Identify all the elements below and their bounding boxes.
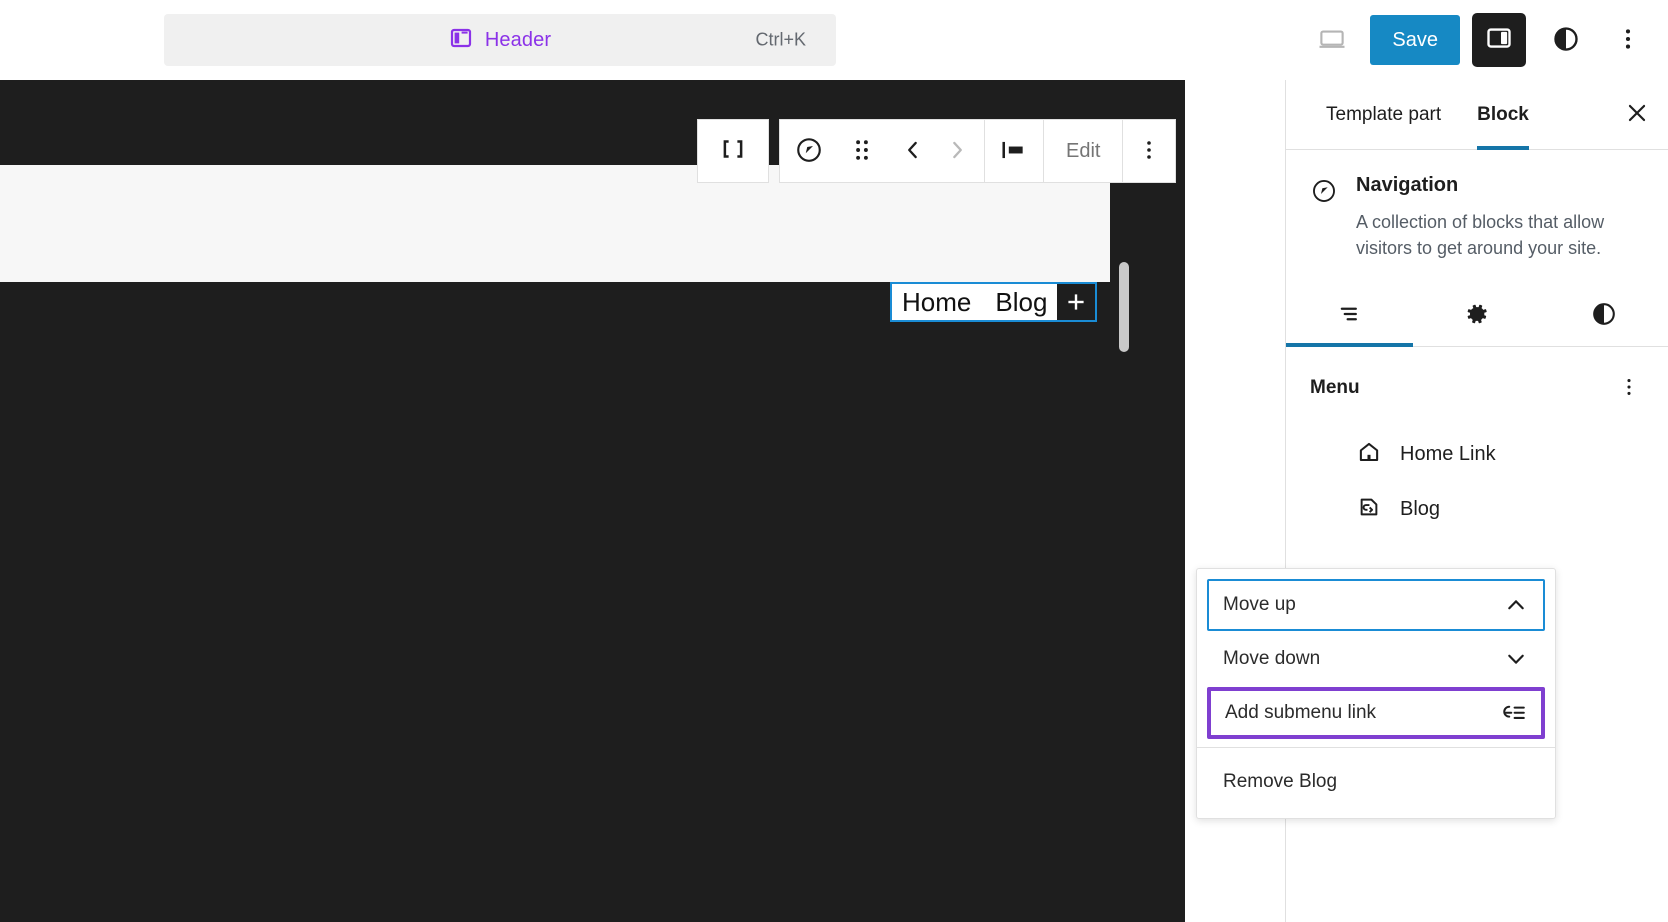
block-info-text: Navigation A collection of blocks that a… <box>1356 174 1642 261</box>
block-info-card: Navigation A collection of blocks that a… <box>1286 150 1668 281</box>
select-parent-icon <box>718 134 748 169</box>
inspector-tab-list[interactable] <box>1286 285 1414 348</box>
command-palette-shortcut: Ctrl+K <box>755 29 806 50</box>
block-options-dropdown: Move up Move down Add submenu link Remov… <box>1196 568 1556 819</box>
chevron-down-icon <box>1503 646 1529 672</box>
add-nav-item-button[interactable] <box>1057 284 1096 320</box>
home-icon <box>1356 439 1382 470</box>
menu-item-label: Blog <box>1400 498 1441 521</box>
dropdown-item-label: Move up <box>1223 594 1296 615</box>
dropdown-item-label: Remove Blog <box>1223 771 1338 792</box>
command-palette-content: Header <box>449 26 551 55</box>
block-type-button[interactable] <box>780 120 838 182</box>
template-part-icon <box>449 26 473 55</box>
nav-link-home[interactable]: Home <box>902 287 971 318</box>
top-bar: Header Ctrl+K Save <box>0 0 1668 80</box>
contrast-circle-icon <box>1590 300 1618 331</box>
align-left-icon <box>999 137 1029 166</box>
desktop-icon <box>1317 24 1347 57</box>
edit-button[interactable]: Edit <box>1044 120 1123 182</box>
tab-block[interactable]: Block <box>1459 80 1547 150</box>
block-toolbar: Edit <box>697 119 1177 183</box>
tab-template-part[interactable]: Template part <box>1308 80 1459 150</box>
submenu-indent-icon <box>1499 700 1527 726</box>
dropdown-item-label: Add submenu link <box>1225 702 1377 723</box>
close-x-icon <box>1624 100 1650 129</box>
navigation-items: Home Blog <box>892 284 1057 320</box>
align-button[interactable] <box>985 120 1043 182</box>
editor-root: Header Ctrl+K Save Home Blog Edit Templa… <box>0 0 1668 922</box>
styles-button[interactable] <box>1540 14 1592 66</box>
select-parent-button[interactable] <box>697 119 769 183</box>
command-palette-label: Header <box>484 28 552 51</box>
drag-handle-dots-icon <box>852 137 872 166</box>
move-buttons <box>886 120 984 182</box>
dropdown-item-label: Move down <box>1223 648 1321 669</box>
more-options-button[interactable] <box>1602 14 1654 66</box>
list-view-icon <box>1336 300 1364 331</box>
menu-section-header: Menu <box>1286 347 1668 421</box>
move-next-button[interactable] <box>936 136 978 166</box>
device-preview-button[interactable] <box>1306 14 1358 66</box>
contrast-circle-icon <box>1551 24 1581 57</box>
menu-options-button[interactable] <box>1610 369 1648 407</box>
chevron-right-icon <box>944 137 970 166</box>
dropdown-item-move-up[interactable]: Move up <box>1207 579 1545 631</box>
drag-handle-button[interactable] <box>838 120 886 182</box>
chevron-up-icon <box>1503 592 1529 618</box>
plus-icon <box>1068 294 1085 310</box>
sidebar-tabs: Template part Block <box>1286 80 1668 150</box>
settings-sidebar-toggle[interactable] <box>1472 13 1526 67</box>
menu-items-list: Home Link Blog <box>1286 421 1668 537</box>
dropdown-item-add-submenu-link[interactable]: Add submenu link <box>1207 687 1545 739</box>
move-previous-button[interactable] <box>892 136 934 166</box>
editor-canvas[interactable]: Home Blog <box>0 80 1185 922</box>
canvas-scrollbar[interactable] <box>1119 262 1129 352</box>
close-sidebar-button[interactable] <box>1614 92 1660 138</box>
navigation-block[interactable]: Home Blog <box>890 282 1098 322</box>
gear-icon <box>1464 301 1490 330</box>
dropdown-divider <box>1197 747 1555 748</box>
menu-item-blog[interactable]: Blog <box>1286 482 1668 537</box>
top-bar-actions: Save <box>1306 0 1668 80</box>
kebab-vertical-icon <box>1137 138 1161 165</box>
save-button[interactable]: Save <box>1370 15 1460 65</box>
block-description: A collection of blocks that allow visito… <box>1356 212 1605 259</box>
menu-item-home-link[interactable]: Home Link <box>1286 427 1668 482</box>
inspector-tabs <box>1286 285 1668 348</box>
chevron-left-icon <box>900 137 926 166</box>
inspector-tab-styles[interactable] <box>1541 285 1668 346</box>
sidebar-panel-icon <box>1484 23 1514 58</box>
kebab-vertical-icon <box>1615 26 1641 55</box>
dropdown-item-remove-blog[interactable]: Remove Blog <box>1207 756 1545 808</box>
dropdown-item-move-down[interactable]: Move down <box>1207 633 1545 685</box>
kebab-vertical-icon <box>1618 376 1640 401</box>
inspector-tab-settings[interactable] <box>1413 285 1540 346</box>
block-options-button[interactable] <box>1123 120 1176 182</box>
menu-item-label: Home Link <box>1400 443 1496 466</box>
menu-section-title: Menu <box>1310 377 1360 399</box>
navigation-compass-icon <box>794 135 824 168</box>
page-link-icon <box>1356 494 1382 525</box>
block-title: Navigation <box>1356 174 1459 196</box>
command-palette-button[interactable]: Header Ctrl+K <box>164 14 836 66</box>
nav-link-blog[interactable]: Blog <box>995 287 1047 318</box>
navigation-compass-icon <box>1310 177 1338 210</box>
block-toolbar-group: Edit <box>779 119 1177 183</box>
